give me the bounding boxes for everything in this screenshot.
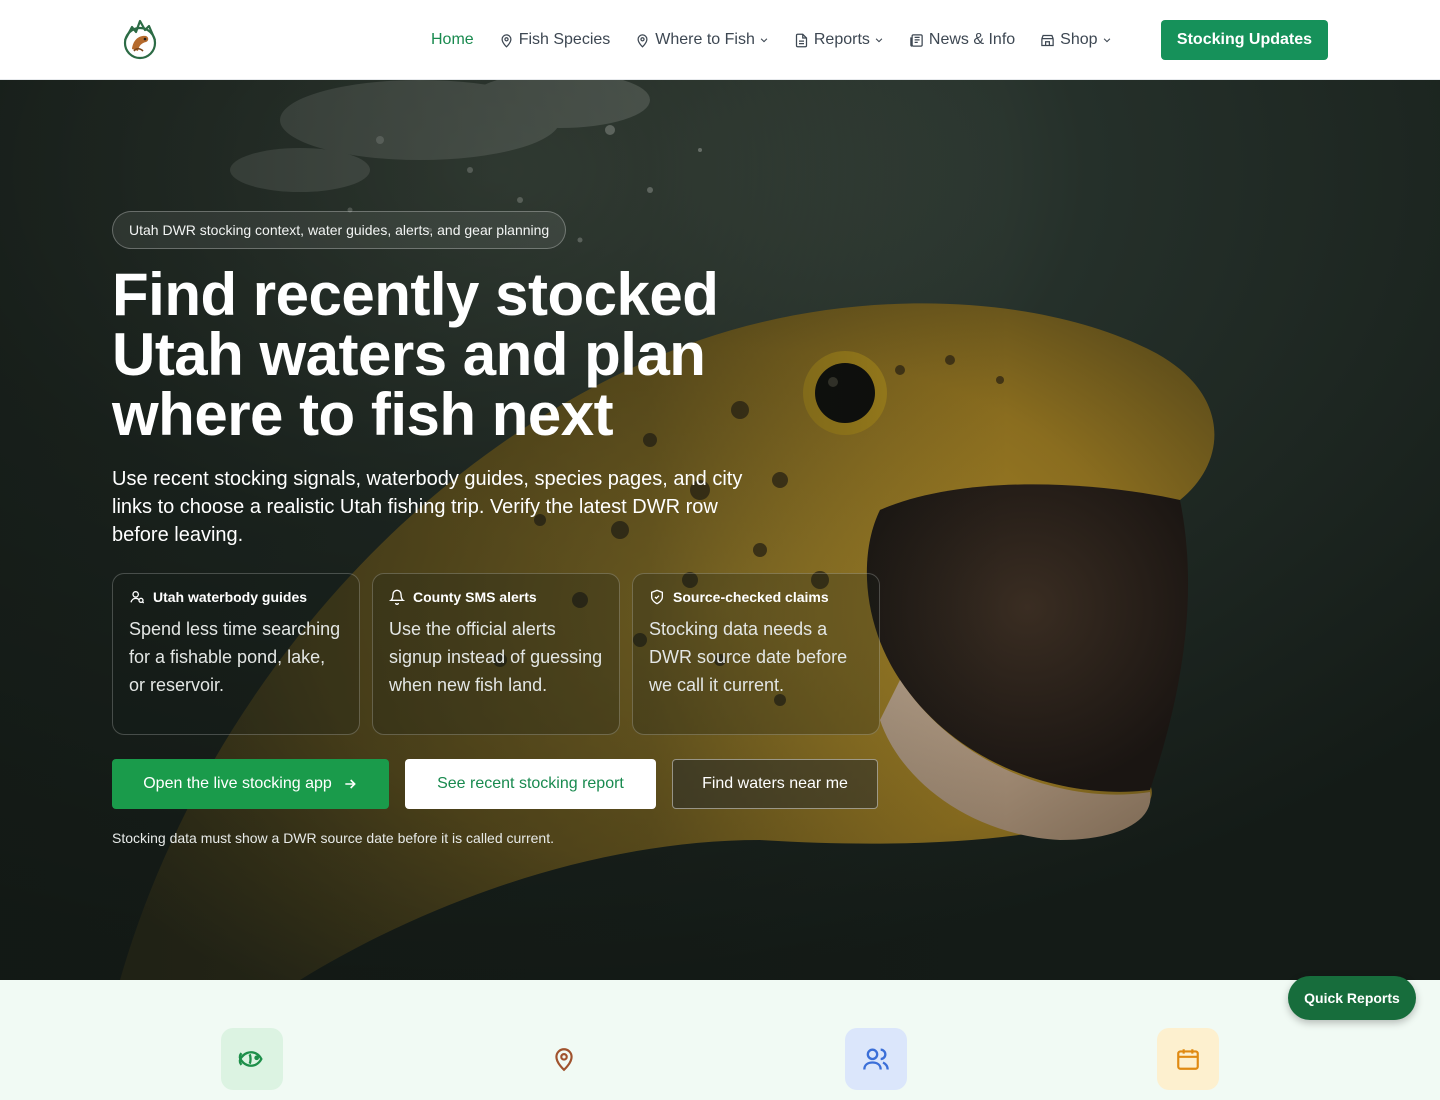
card-sms-alerts: County SMS alerts Use the official alert… — [372, 573, 620, 735]
hero-actions: Open the live stocking app See recent st… — [112, 759, 878, 809]
card-body: Use the official alerts signup instead o… — [389, 619, 603, 695]
map-pin-icon — [533, 1028, 595, 1090]
card-title: County SMS alerts — [413, 589, 537, 605]
nav-news-info-label: News & Info — [928, 31, 1016, 48]
chevron-down-icon — [1103, 38, 1110, 43]
hero-feature-cards: Utah waterbody guides Spend less time se… — [112, 573, 880, 735]
hero-eyebrow-pill: Utah DWR stocking context, water guides,… — [112, 211, 567, 249]
chevron-down-icon — [875, 38, 883, 43]
card-body: Spend less time searching for a fishable… — [129, 619, 341, 695]
arrow-right-icon — [345, 779, 356, 789]
shield-check-icon — [651, 589, 663, 605]
fish-icon — [221, 1028, 283, 1090]
quick-reports-button[interactable]: Quick Reports — [1288, 976, 1416, 1020]
nav-home[interactable]: Home — [431, 31, 474, 49]
chevron-down-icon — [760, 38, 768, 43]
map-pin-icon — [501, 33, 512, 48]
nav-reports[interactable]: Reports — [794, 31, 884, 49]
card-waterbody-guides: Utah waterbody guides Spend less time se… — [112, 573, 360, 735]
newspaper-icon — [910, 33, 923, 47]
hero-section: Utah DWR stocking context, water guides,… — [0, 80, 1440, 980]
map-pin-icon — [637, 33, 648, 48]
open-live-stocking-app-button[interactable]: Open the live stocking app — [112, 759, 389, 809]
user-search-icon — [130, 591, 145, 604]
document-icon — [795, 33, 807, 47]
card-title: Source-checked claims — [673, 589, 829, 605]
logo-fish-icon[interactable] — [121, 18, 159, 60]
features-strip — [0, 980, 1440, 1100]
hero-subtitle: Use recent stocking signals, waterbody g… — [112, 468, 743, 546]
nav-shop[interactable]: Shop — [1040, 31, 1111, 49]
find-waters-near-me-button[interactable]: Find waters near me — [672, 759, 878, 809]
nav-reports-label: Reports — [813, 31, 870, 48]
card-title: Utah waterbody guides — [153, 589, 308, 605]
stocking-updates-button[interactable]: Stocking Updates — [1161, 20, 1328, 60]
see-recent-stocking-report-button[interactable]: See recent stocking report — [405, 759, 656, 809]
card-source-checked: Source-checked claims Stocking data need… — [632, 573, 880, 735]
hero-title: Find recently stocked Utah waters and pl… — [112, 261, 719, 448]
calendar-icon — [1157, 1028, 1219, 1090]
button-label: Open the live stocking app — [143, 775, 332, 792]
main-nav: Home Fish Species Where to Fish Reports … — [431, 0, 1137, 80]
card-body: Stocking data needs a DWR source date be… — [649, 619, 848, 695]
nav-home-label: Home — [431, 31, 474, 48]
hero-disclaimer: Stocking data must show a DWR source dat… — [112, 830, 554, 846]
site-header: Home Fish Species Where to Fish Reports … — [0, 0, 1440, 80]
nav-news-info[interactable]: News & Info — [909, 31, 1015, 49]
users-icon — [845, 1028, 907, 1090]
nav-fish-species-label: Fish Species — [518, 31, 611, 48]
bell-icon — [389, 589, 405, 605]
nav-where-to-fish-label: Where to Fish — [655, 31, 755, 48]
store-icon — [1041, 34, 1054, 46]
nav-shop-label: Shop — [1060, 31, 1098, 48]
nav-where-to-fish[interactable]: Where to Fish — [635, 31, 769, 49]
nav-fish-species[interactable]: Fish Species — [499, 31, 611, 49]
